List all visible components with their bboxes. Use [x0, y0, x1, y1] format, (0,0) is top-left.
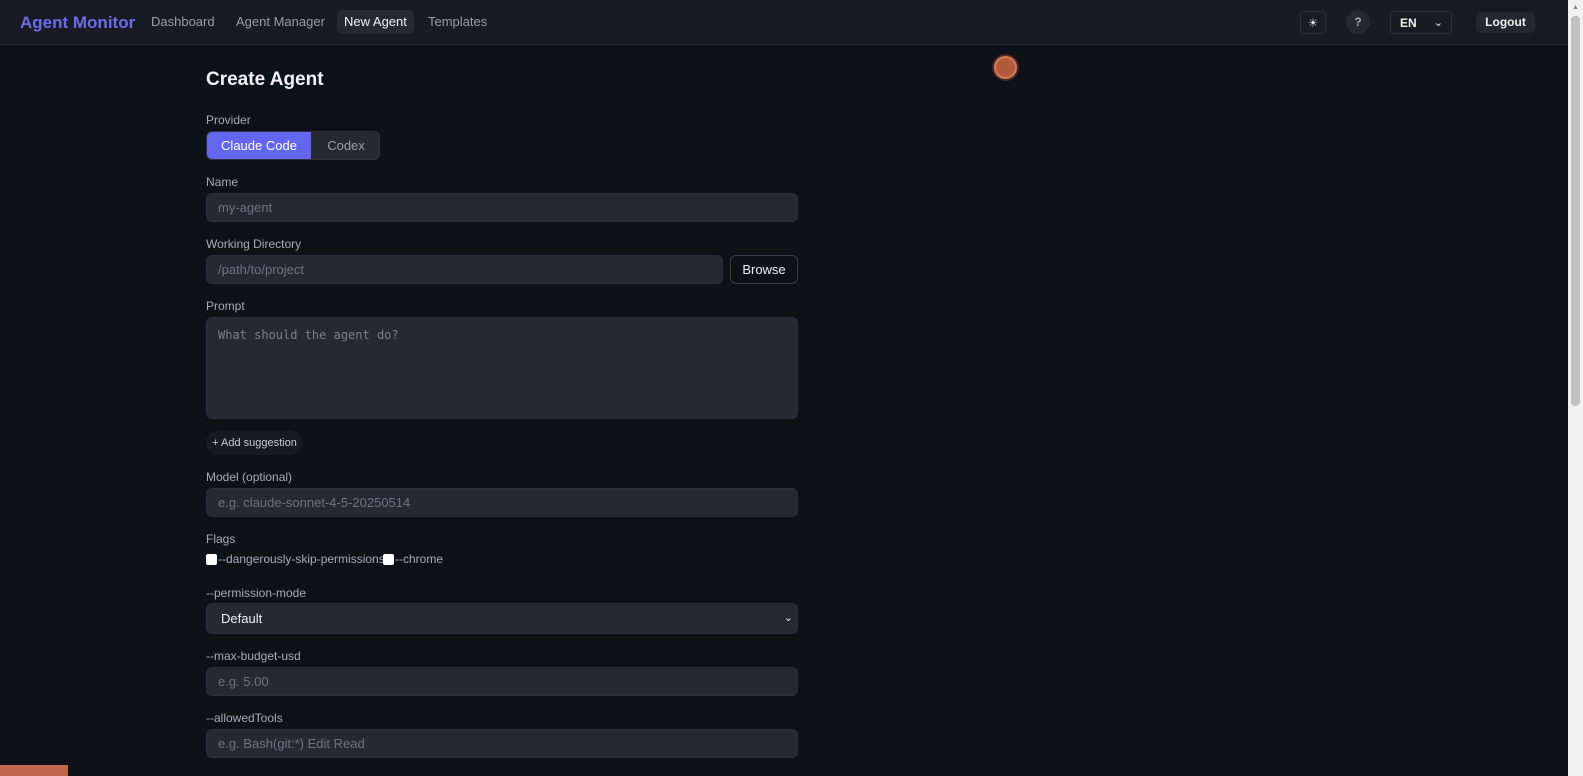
- allowed-tools-label: --allowedTools: [206, 711, 283, 725]
- working-directory-input[interactable]: /path/to/project: [206, 255, 723, 284]
- flag-label: --chrome: [395, 552, 444, 566]
- checkbox[interactable]: [206, 553, 217, 565]
- prompt-label: Prompt: [206, 299, 245, 313]
- progress-indicator: [0, 765, 68, 776]
- chevron-down-icon: ⌄: [783, 612, 793, 624]
- nav-new-agent[interactable]: New Agent: [337, 10, 414, 34]
- model-input[interactable]: e.g. claude-sonnet-4-5-20250514: [206, 488, 798, 517]
- flag-label: --dangerously-skip-permissions: [218, 552, 385, 566]
- page-title: Create Agent: [206, 69, 324, 90]
- help-button[interactable]: ?: [1346, 10, 1370, 34]
- flag-chrome[interactable]: --chrome: [383, 552, 443, 566]
- theme-toggle-sun-icon[interactable]: ☀: [1300, 11, 1326, 34]
- provider-codex[interactable]: Codex: [311, 132, 379, 159]
- flag-skip-permissions[interactable]: --dangerously-skip-permissions: [206, 552, 385, 566]
- provider-toggle: Claude Code Codex: [206, 131, 380, 160]
- flags-label: Flags: [206, 532, 236, 546]
- name-label: Name: [206, 175, 239, 189]
- permission-mode-value: Default: [221, 611, 263, 626]
- nav-agent-manager[interactable]: Agent Manager: [229, 10, 332, 34]
- nav-dashboard[interactable]: Dashboard: [144, 10, 222, 34]
- permission-mode-select[interactable]: Default ⌄: [206, 603, 798, 634]
- brand-logo[interactable]: Agent Monitor: [20, 13, 135, 33]
- max-budget-input[interactable]: e.g. 5.00: [206, 667, 798, 696]
- chevron-down-icon: ⌄: [1433, 17, 1443, 29]
- name-input[interactable]: my-agent: [206, 193, 798, 222]
- model-label: Model (optional): [206, 470, 293, 484]
- scroll-up-icon[interactable]: ▲: [1572, 4, 1579, 11]
- language-value: EN: [1400, 16, 1417, 30]
- cursor-indicator: [994, 56, 1017, 79]
- scrollbar[interactable]: ▲: [1568, 0, 1583, 776]
- language-select[interactable]: EN ⌄: [1390, 11, 1452, 34]
- add-suggestion-button[interactable]: + Add suggestion: [206, 431, 303, 455]
- browse-button[interactable]: Browse: [730, 255, 798, 284]
- provider-label: Provider: [206, 113, 251, 127]
- allowed-tools-input[interactable]: e.g. Bash(git:*) Edit Read: [206, 729, 798, 758]
- working-directory-label: Working Directory: [206, 237, 302, 251]
- permission-mode-label: --permission-mode: [206, 586, 307, 600]
- max-budget-label: --max-budget-usd: [206, 649, 301, 663]
- checkbox[interactable]: [383, 553, 394, 565]
- nav-templates[interactable]: Templates: [421, 10, 494, 34]
- provider-claude-code[interactable]: Claude Code: [207, 132, 311, 159]
- top-nav: Agent Monitor Dashboard Agent Manager Ne…: [0, 0, 1568, 45]
- scrollbar-thumb[interactable]: [1571, 16, 1580, 406]
- prompt-textarea[interactable]: What should the agent do?: [206, 317, 798, 419]
- logout-button[interactable]: Logout: [1476, 12, 1535, 33]
